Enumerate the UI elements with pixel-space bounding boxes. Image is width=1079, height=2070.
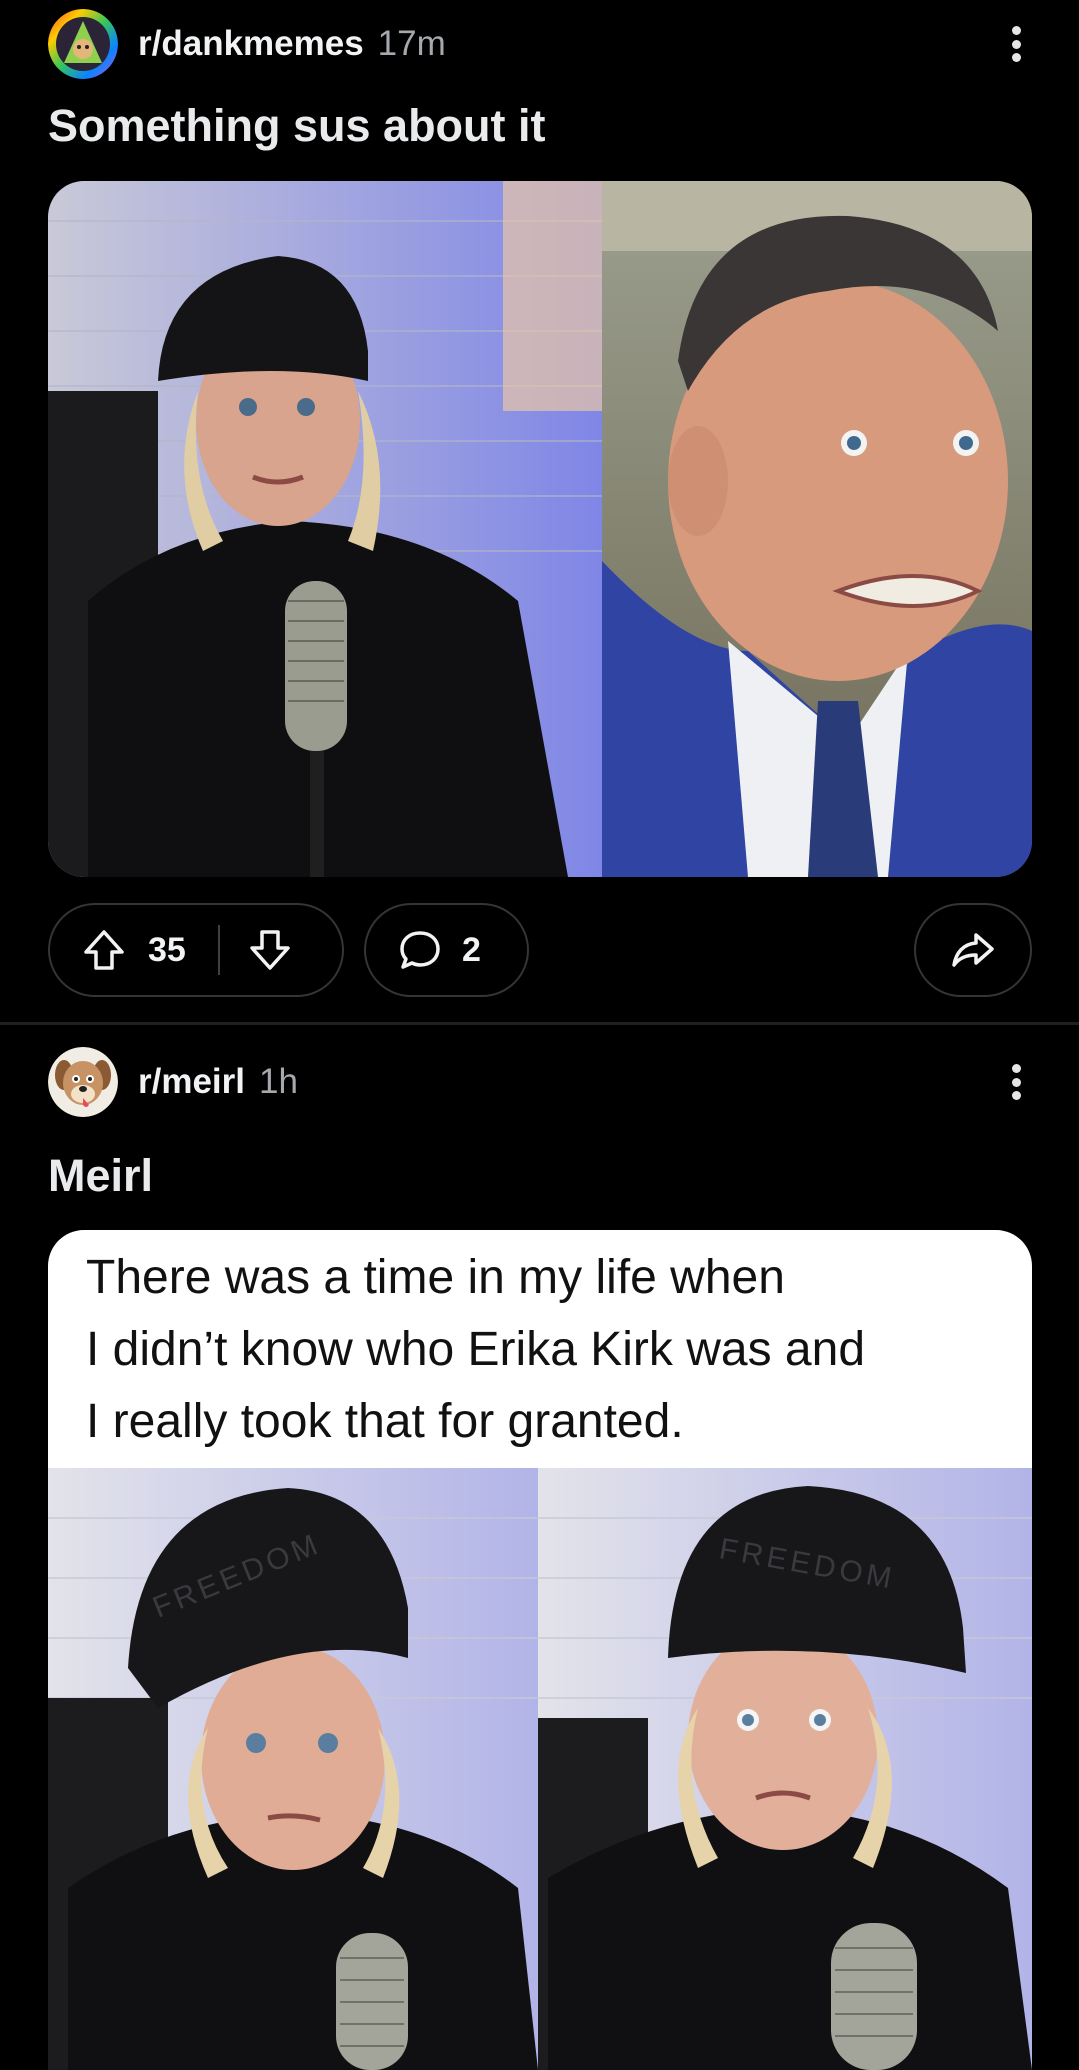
post-time: 17m (377, 24, 446, 63)
post-divider (0, 1022, 1079, 1025)
upvote-count: 35 (148, 930, 186, 969)
meme-caption: There was a time in my life when I didn’… (48, 1230, 1032, 1468)
comment-count: 2 (462, 930, 481, 969)
post-time: 1h (259, 1062, 298, 1101)
vote-control: 35 (48, 903, 344, 997)
comment-bubble-icon (398, 928, 442, 972)
downvote-icon[interactable] (248, 928, 292, 972)
caption-line: There was a time in my life when (86, 1251, 785, 1304)
post-header: r/dankmemes 17m (48, 8, 1038, 80)
caption-line: I didn’t know who Erika Kirk was and (86, 1323, 866, 1376)
comments-button[interactable]: 2 (364, 903, 529, 997)
post-actions: 35 2 (48, 903, 1032, 999)
rainbow-triangle-avatar-icon[interactable] (48, 9, 118, 79)
subreddit-name[interactable]: r/meirl (138, 1062, 245, 1102)
share-button[interactable] (914, 903, 1032, 997)
subreddit-name[interactable]: r/dankmemes (138, 24, 364, 64)
post-title[interactable]: Something sus about it (48, 100, 546, 152)
more-options-icon[interactable] (994, 1060, 1038, 1104)
post-image[interactable]: There was a time in my life when I didn’… (48, 1230, 1032, 2070)
post-title[interactable]: Meirl (48, 1150, 153, 1202)
cartoon-dog-avatar-icon[interactable] (48, 1047, 118, 1117)
feed-post[interactable]: r/meirl 1h Meirl There was a time in my … (0, 1026, 1079, 2070)
caption-line: I really took that for granted. (86, 1395, 684, 1448)
post-image[interactable] (48, 181, 1032, 877)
feed-post[interactable]: r/dankmemes 17m Something sus about it 3… (0, 0, 1079, 1022)
vote-divider (217, 925, 220, 975)
post-header: r/meirl 1h (48, 1046, 1038, 1118)
upvote-icon[interactable] (82, 928, 126, 972)
share-arrow-icon (950, 927, 996, 973)
more-options-icon[interactable] (994, 22, 1038, 66)
